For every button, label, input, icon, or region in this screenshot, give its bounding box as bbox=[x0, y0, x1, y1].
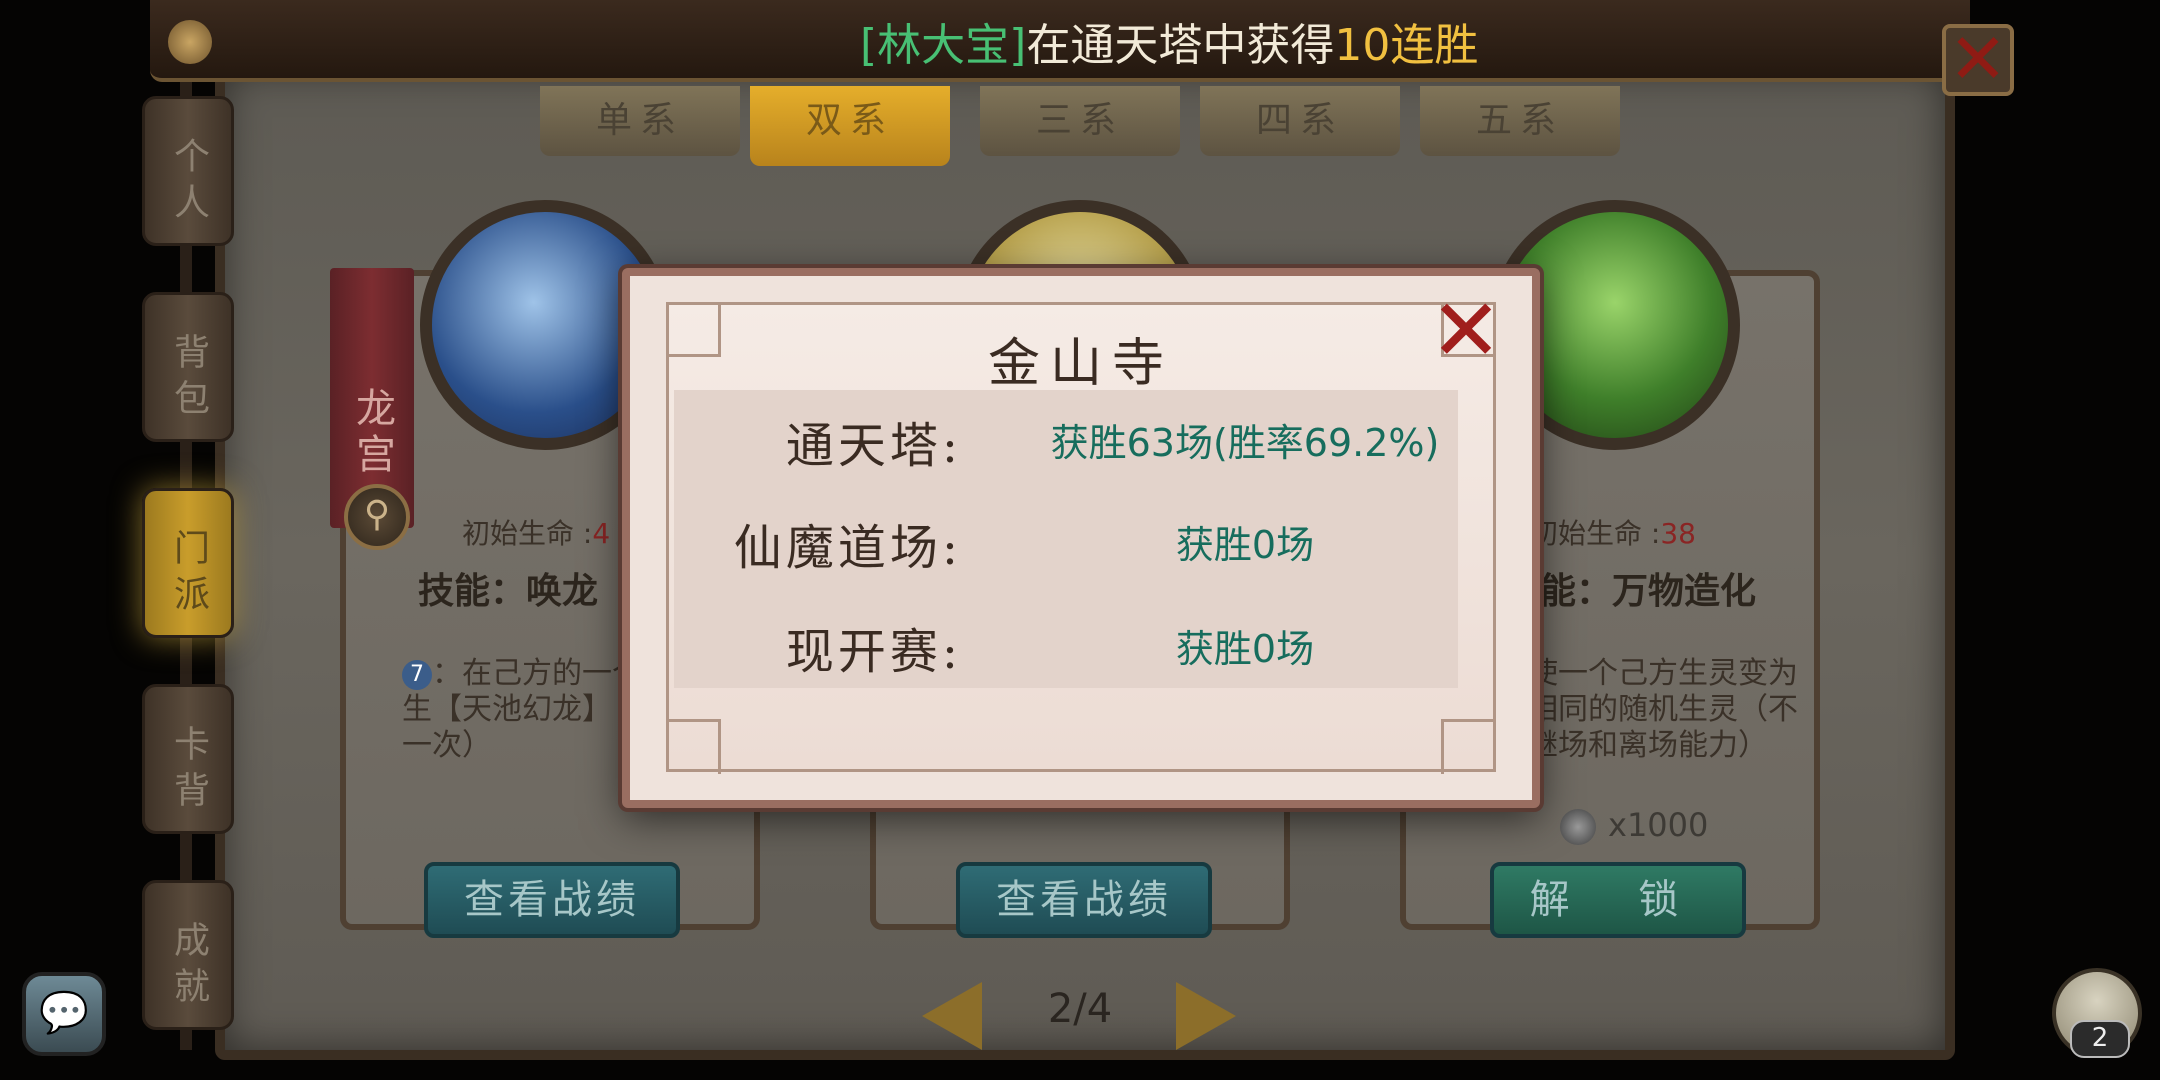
skill-name: 技能：唤龙 bbox=[418, 571, 599, 612]
skill-description: 使一个己方生灵变为 相同的随机生灵（不 继场和离场能力） bbox=[1528, 656, 1798, 764]
search-button[interactable]: ⚲ bbox=[344, 484, 410, 550]
dialog-title: 金山寺 bbox=[987, 334, 1174, 394]
friends-count-badge: 2 bbox=[2070, 1020, 2130, 1058]
skill-name: 能：万物造化 bbox=[1540, 571, 1757, 612]
desc-line: 使一个己方生灵变为 bbox=[1528, 656, 1798, 691]
stat-value-tower: 获胜63场(胜率69.2%) bbox=[1050, 421, 1440, 465]
cost-value: x1000 bbox=[1608, 806, 1709, 844]
close-icon: ✕ bbox=[1948, 18, 2008, 100]
desc-line: 相同的随机生灵（不 bbox=[1528, 692, 1798, 727]
tab-label: 四系 bbox=[1255, 100, 1344, 141]
initial-hp: 初始生命 :38 bbox=[1530, 512, 1696, 552]
chevron-right-icon[interactable] bbox=[1176, 982, 1236, 1050]
coin-icon bbox=[1560, 809, 1596, 845]
initial-hp: 初始生命 :4 bbox=[462, 512, 610, 552]
stat-value-arena: 获胜0场 bbox=[1175, 523, 1315, 567]
side-tab-label: 卡背 bbox=[168, 725, 209, 817]
sect-record-dialog: 金山寺 通天塔: 获胜63场(胜率69.2%) 仙魔道场: 获胜0场 现开赛: … bbox=[622, 268, 1540, 808]
tab-label: 单系 bbox=[595, 100, 684, 141]
hp-label: 初始生命 : bbox=[462, 517, 593, 550]
chevron-left-icon[interactable] bbox=[922, 982, 982, 1050]
hp-label: 初始生命 : bbox=[1530, 517, 1661, 550]
close-dialog-button[interactable]: ✕ bbox=[1430, 288, 1502, 374]
side-tab-label: 成就 bbox=[168, 921, 209, 1013]
tab-single-element[interactable]: 单系 bbox=[540, 86, 740, 156]
side-tab-label: 门派 bbox=[168, 529, 209, 621]
tab-dual-element[interactable]: 双系 bbox=[750, 86, 950, 166]
sect-banner-label: 龙宫 bbox=[349, 387, 395, 479]
desc-line: 继场和离场能力） bbox=[1528, 728, 1768, 763]
ornament-knob bbox=[168, 20, 212, 64]
search-icon: ⚲ bbox=[363, 494, 391, 535]
broadcast-highlight: 10连胜 bbox=[1334, 20, 1479, 71]
tab-quad-element[interactable]: 四系 bbox=[1200, 86, 1400, 156]
close-icon: ✕ bbox=[1430, 281, 1503, 381]
view-record-button[interactable]: 查看战绩 bbox=[956, 862, 1212, 938]
chat-icon: 💬 bbox=[39, 990, 89, 1036]
desc-line: 一次） bbox=[402, 728, 492, 763]
side-tab-label: 背包 bbox=[168, 333, 209, 425]
dialog-corner bbox=[1441, 719, 1496, 774]
tab-label: 五系 bbox=[1475, 100, 1564, 141]
side-tab-sect[interactable]: 门派 bbox=[142, 488, 234, 638]
broadcast-message: [林大宝]在通天塔中获得10连胜 bbox=[860, 18, 1478, 74]
unlock-cost: x1000 bbox=[1560, 806, 1708, 845]
side-tab-card-back[interactable]: 卡背 bbox=[142, 684, 234, 834]
tab-quint-element[interactable]: 五系 bbox=[1420, 86, 1620, 156]
broadcast-text: 在通天塔中获得 bbox=[1026, 20, 1335, 71]
page-indicator: 2/4 bbox=[1047, 986, 1113, 1032]
side-tab-label: 个人 bbox=[168, 137, 209, 229]
side-tab-personal[interactable]: 个人 bbox=[142, 96, 234, 246]
tab-triple-element[interactable]: 三系 bbox=[980, 86, 1180, 156]
stat-label-arena: 仙魔道场: bbox=[733, 520, 962, 576]
stat-label-open-match: 现开赛: bbox=[785, 624, 962, 680]
close-panel-button[interactable]: ✕ bbox=[1942, 24, 2014, 96]
view-record-button[interactable]: 查看战绩 bbox=[424, 862, 680, 938]
broadcast-player: [林大宝] bbox=[860, 20, 1027, 71]
stat-value-open-match: 获胜0场 bbox=[1175, 627, 1315, 671]
tab-label: 双系 bbox=[805, 100, 894, 141]
hp-value: 38 bbox=[1660, 517, 1696, 550]
side-tab-achievements[interactable]: 成就 bbox=[142, 880, 234, 1030]
unlock-button[interactable]: 解 锁 bbox=[1490, 862, 1746, 938]
desc-line: 生【天池幻龙】 bbox=[402, 692, 612, 727]
stat-label-tower: 通天塔: bbox=[785, 418, 962, 474]
side-tab-bag[interactable]: 背包 bbox=[142, 292, 234, 442]
cost-badge: 7 bbox=[402, 659, 432, 690]
dialog-corner bbox=[666, 719, 721, 774]
chat-button[interactable]: 💬 bbox=[22, 972, 106, 1056]
tab-label: 三系 bbox=[1035, 100, 1124, 141]
